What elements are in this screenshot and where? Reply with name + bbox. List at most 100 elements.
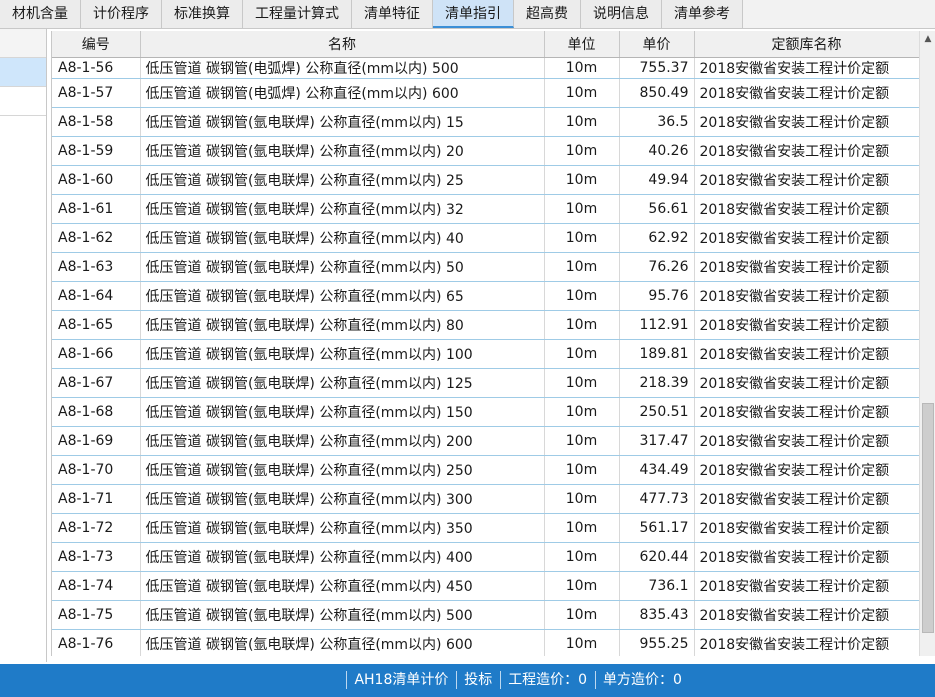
status-unit-cost: 单方造价：0 [603,672,682,688]
table-row[interactable]: A8-1-61 低压管道 碳钢管(氩电联焊) 公称直径(mm以内) 32 10m 56… [52,194,919,224]
tab-bill-guide[interactable]: 清单指引 [433,0,514,28]
unit-cell: 10m [544,281,620,311]
header-library[interactable]: 定额库名称 [694,31,919,58]
chevron-up-icon[interactable]: ▲ [920,31,935,47]
table-row[interactable]: A8-1-70 低压管道 碳钢管(氩电联焊) 公称直径(mm以内) 250 10m 4… [52,455,919,485]
code-cell: A8-1-61 [52,194,141,224]
name-cell: 低压管道 碳钢管(氩电联焊) 公称直径(mm以内) 125 [140,368,545,398]
table-row[interactable]: A8-1-59 低压管道 碳钢管(氩电联焊) 公称直径(mm以内) 20 10m 40… [52,136,919,166]
table-header-row: 编号 名称 单位 单价 定额库名称 [52,31,919,58]
price-cell: 561.17 [619,513,695,543]
name-cell: 低压管道 碳钢管(氩电联焊) 公称直径(mm以内) 80 [140,310,545,340]
table-row[interactable]: A8-1-63 低压管道 碳钢管(氩电联焊) 公称直径(mm以内) 50 10m 76… [52,252,919,282]
table-row[interactable]: A8-1-69 低压管道 碳钢管(氩电联焊) 公称直径(mm以内) 200 10m 3… [52,426,919,456]
unit-cell: 10m [544,310,620,340]
status-project-cost: 工程造价：0 [508,672,588,688]
name-cell: 低压管道 碳钢管(氩电联焊) 公称直径(mm以内) 500 [140,600,545,630]
price-cell: 36.5 [619,107,695,137]
code-cell: A8-1-71 [52,484,141,514]
status-bid-type: 投标 [464,672,493,688]
table-row[interactable]: A8-1-72 低压管道 碳钢管(氩电联焊) 公称直径(mm以内) 350 10m 5… [52,513,919,543]
code-cell: A8-1-64 [52,281,141,311]
tab-description[interactable]: 说明信息 [581,0,662,28]
left-pane-selected-item[interactable] [0,58,46,87]
name-cell: 低压管道 碳钢管(氩电联焊) 公称直径(mm以内) 150 [140,397,545,427]
table-row[interactable]: A8-1-73 低压管道 碳钢管(氩电联焊) 公称直径(mm以内) 400 10m 6… [52,542,919,572]
table-row[interactable]: A8-1-58 低压管道 碳钢管(氩电联焊) 公称直径(mm以内) 15 10m 36… [52,107,919,137]
header-code[interactable]: 编号 [52,31,141,58]
library-cell: 2018安徽省安装工程计价定额 [694,368,919,398]
code-cell: A8-1-70 [52,455,141,485]
table-row[interactable]: A8-1-64 低压管道 碳钢管(氩电联焊) 公称直径(mm以内) 65 10m 95… [52,281,919,311]
left-tree-pane [0,29,47,662]
price-cell: 250.51 [619,397,695,427]
header-unit[interactable]: 单位 [544,31,620,58]
table-row[interactable]: A8-1-65 低压管道 碳钢管(氩电联焊) 公称直径(mm以内) 80 10m 11… [52,310,919,340]
library-cell: 2018安徽省安装工程计价定额 [694,339,919,369]
name-cell: 低压管道 碳钢管(氩电联焊) 公称直径(mm以内) 65 [140,281,545,311]
table-row[interactable]: A8-1-74 低压管道 碳钢管(氩电联焊) 公称直径(mm以内) 450 10m 7… [52,571,919,601]
name-cell: 低压管道 碳钢管(电弧焊) 公称直径(mm以内) 500 [140,57,545,79]
library-cell: 2018安徽省安装工程计价定额 [694,571,919,601]
header-name[interactable]: 名称 [140,31,545,58]
code-cell: A8-1-72 [52,513,141,543]
tab-bill-features[interactable]: 清单特征 [352,0,433,28]
tab-quantity-formula[interactable]: 工程量计算式 [243,0,352,28]
table-body: A8-1-56 低压管道 碳钢管(电弧焊) 公称直径(mm以内) 500 10m 75… [52,57,919,656]
code-cell: A8-1-74 [52,571,141,601]
price-cell: 620.44 [619,542,695,572]
unit-cell: 10m [544,455,620,485]
left-pane-item[interactable] [0,87,46,116]
price-cell: 76.26 [619,252,695,282]
status-bar: AH18清单计价 投标 工程造价：0 单方造价：0 [0,664,935,697]
name-cell: 低压管道 碳钢管(氩电联焊) 公称直径(mm以内) 100 [140,339,545,369]
table-row[interactable]: A8-1-60 低压管道 碳钢管(氩电联焊) 公称直径(mm以内) 25 10m 49… [52,165,919,195]
unit-cell: 10m [544,600,620,630]
name-cell: 低压管道 碳钢管(氩电联焊) 公称直径(mm以内) 32 [140,194,545,224]
tab-standard-conversion[interactable]: 标准换算 [162,0,243,28]
name-cell: 低压管道 碳钢管(电弧焊) 公称直径(mm以内) 600 [140,78,545,108]
tab-super-height-fee[interactable]: 超高费 [514,0,581,28]
unit-cell: 10m [544,368,620,398]
name-cell: 低压管道 碳钢管(氩电联焊) 公称直径(mm以内) 400 [140,542,545,572]
status-pricing-mode: AH18清单计价 [354,672,449,688]
name-cell: 低压管道 碳钢管(氩电联焊) 公称直径(mm以内) 40 [140,223,545,253]
code-cell: A8-1-73 [52,542,141,572]
name-cell: 低压管道 碳钢管(氩电联焊) 公称直径(mm以内) 600 [140,629,545,656]
unit-cell: 10m [544,165,620,195]
library-cell: 2018安徽省安装工程计价定额 [694,107,919,137]
price-cell: 95.76 [619,281,695,311]
table-row[interactable]: A8-1-66 低压管道 碳钢管(氩电联焊) 公称直径(mm以内) 100 10m 1… [52,339,919,369]
table-row[interactable]: A8-1-75 低压管道 碳钢管(氩电联焊) 公称直径(mm以内) 500 10m 8… [52,600,919,630]
table-row[interactable]: A8-1-71 低压管道 碳钢管(氩电联焊) 公称直径(mm以内) 300 10m 4… [52,484,919,514]
table-row[interactable]: A8-1-62 低压管道 碳钢管(氩电联焊) 公称直径(mm以内) 40 10m 62… [52,223,919,253]
header-price[interactable]: 单价 [619,31,695,58]
code-cell: A8-1-66 [52,339,141,369]
table-row[interactable]: A8-1-76 低压管道 碳钢管(氩电联焊) 公称直径(mm以内) 600 10m 9… [52,629,919,656]
price-cell: 40.26 [619,136,695,166]
tab-pricing-procedure[interactable]: 计价程序 [81,0,162,28]
tab-material-content[interactable]: 材机含量 [0,0,81,28]
code-cell: A8-1-68 [52,397,141,427]
library-cell: 2018安徽省安装工程计价定额 [694,426,919,456]
name-cell: 低压管道 碳钢管(氩电联焊) 公称直径(mm以内) 300 [140,484,545,514]
left-pane-header [0,29,46,58]
code-cell: A8-1-65 [52,310,141,340]
price-cell: 189.81 [619,339,695,369]
code-cell: A8-1-56 [52,57,141,79]
unit-cell: 10m [544,513,620,543]
table-row[interactable]: A8-1-67 低压管道 碳钢管(氩电联焊) 公称直径(mm以内) 125 10m 2… [52,368,919,398]
table-row[interactable]: A8-1-57 低压管道 碳钢管(电弧焊) 公称直径(mm以内) 600 10m 85… [52,78,919,108]
library-cell: 2018安徽省安装工程计价定额 [694,281,919,311]
scrollbar-thumb[interactable] [922,403,934,633]
library-cell: 2018安徽省安装工程计价定额 [694,136,919,166]
tab-bill-reference[interactable]: 清单参考 [662,0,743,28]
unit-cell: 10m [544,571,620,601]
vertical-scrollbar[interactable]: ▲ [919,31,935,656]
table-row[interactable]: A8-1-68 低压管道 碳钢管(氩电联焊) 公称直径(mm以内) 150 10m 2… [52,397,919,427]
status-divider [499,671,501,689]
code-cell: A8-1-76 [52,629,141,656]
table-row[interactable]: A8-1-56 低压管道 碳钢管(电弧焊) 公称直径(mm以内) 500 10m 75… [52,57,919,79]
price-cell: 755.37 [619,57,695,79]
name-cell: 低压管道 碳钢管(氩电联焊) 公称直径(mm以内) 350 [140,513,545,543]
